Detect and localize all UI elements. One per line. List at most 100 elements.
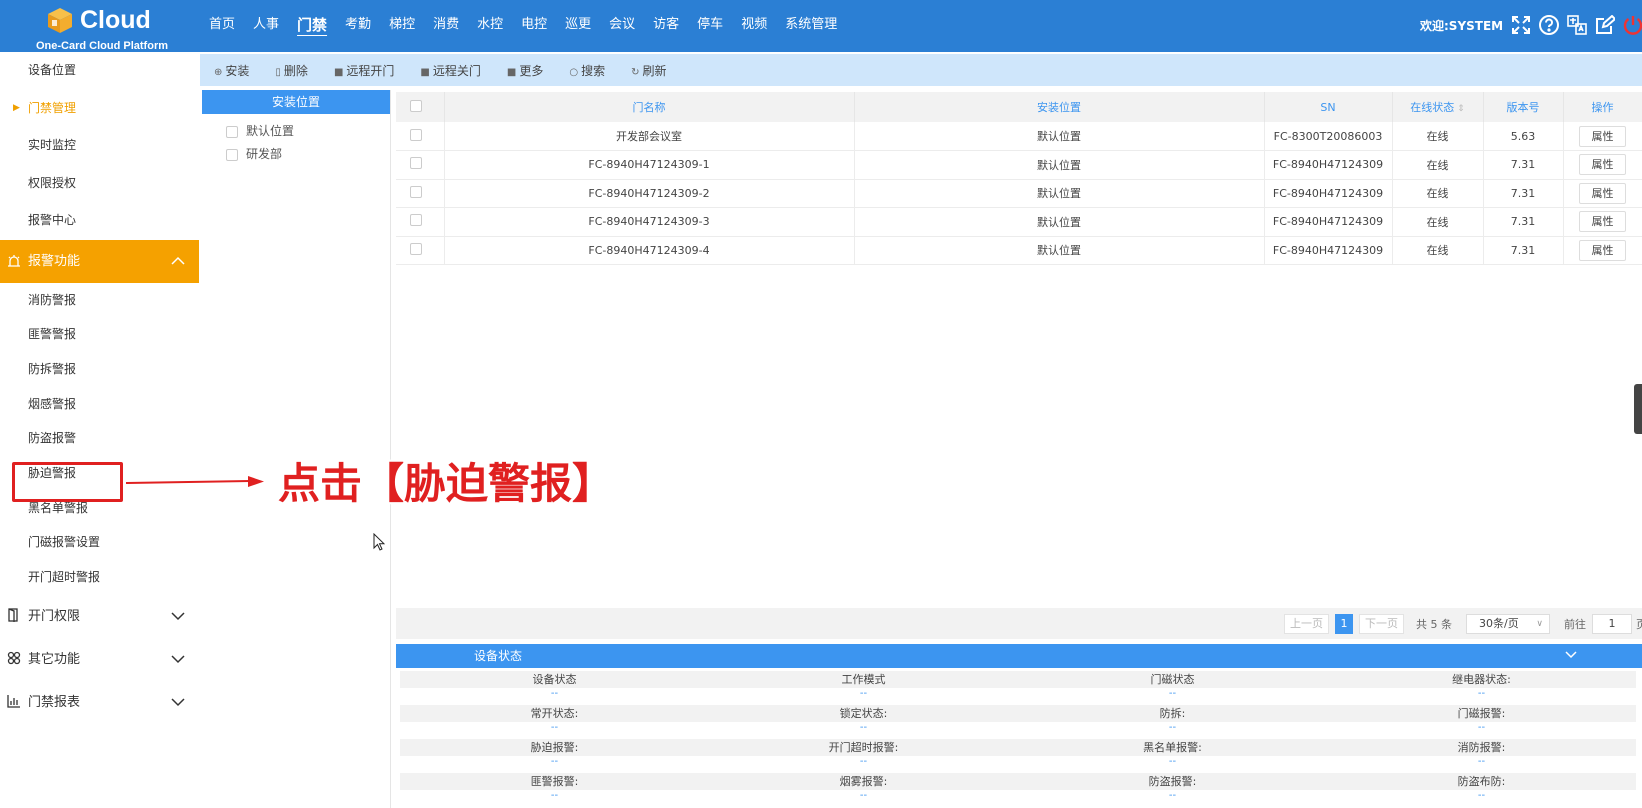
nav-item[interactable]: 考勤 [336, 0, 380, 50]
status-label: 黑名单报警: [1143, 741, 1202, 754]
cell-action: 属性 [1563, 122, 1642, 151]
sidebar-item[interactable]: 实时监控 [0, 127, 199, 165]
column-header[interactable]: 在线状态 ⇕ [1392, 92, 1484, 122]
sidebar-item[interactable]: 报警中心 [0, 202, 199, 240]
table-row[interactable]: FC-8940H47124309-4 默认位置 FC-8940H47124309 在线… [396, 236, 1642, 265]
toolbar-button-label: 更多 [519, 63, 544, 78]
location-tree-item[interactable]: 默认位置 [202, 120, 390, 143]
alarm-menu-item[interactable]: 防拆警报 [0, 352, 199, 387]
toolbar-button[interactable]: ■ 更多 [507, 62, 543, 79]
row-checkbox[interactable] [409, 128, 422, 141]
toolbar-button[interactable]: ○ 搜索 [569, 62, 605, 79]
sort-icon[interactable]: ⇕ [1454, 104, 1465, 114]
alarm-menu-item[interactable]: 防盗报警 [0, 421, 199, 456]
nav-item[interactable]: 视频 [732, 0, 776, 50]
nav-item[interactable]: 梯控 [380, 0, 424, 50]
properties-button[interactable]: 属性 [1579, 239, 1626, 261]
nav-item[interactable]: 停车 [688, 0, 732, 50]
column-header[interactable]: 版本号 [1483, 92, 1564, 122]
select-all-checkbox[interactable] [409, 99, 422, 112]
side-scroll-tab[interactable] [1634, 384, 1642, 434]
alarm-menu-item[interactable]: 烟感警报 [0, 387, 199, 422]
alarm-menu-item[interactable]: 开门超时警报 [0, 560, 199, 595]
logo-cube-icon [48, 8, 72, 33]
nav-item[interactable]: 首页 [200, 0, 244, 50]
status-value: -- [1477, 722, 1486, 733]
location-panel-title: 安装位置 [202, 90, 390, 114]
table-row[interactable]: FC-8940H47124309-3 默认位置 FC-8940H47124309 在线… [396, 207, 1642, 237]
current-page-button[interactable]: 1 [1335, 613, 1353, 634]
next-page-button[interactable]: 下一页 [1359, 613, 1404, 634]
toolbar-button-label: 安装 [225, 63, 250, 78]
power-icon[interactable] [1622, 13, 1642, 37]
alarm-menu-item[interactable]: 匪警警报 [0, 317, 199, 352]
nav-item[interactable]: 巡更 [556, 0, 600, 50]
sidebar-group[interactable]: 门禁报表 [0, 681, 199, 724]
device-status-header[interactable]: 设备状态 [396, 644, 1642, 668]
status-value: -- [1168, 756, 1177, 767]
properties-button[interactable]: 属性 [1579, 154, 1626, 176]
toolbar-button[interactable]: ↻ 刷新 [631, 62, 666, 79]
sidebar-group[interactable]: 其它功能 [0, 638, 199, 681]
table-row[interactable]: FC-8940H47124309-2 默认位置 FC-8940H47124309 在线… [396, 179, 1642, 208]
properties-button[interactable]: 属性 [1579, 211, 1626, 233]
alarm-menu-item[interactable]: 门磁报警设置 [0, 525, 199, 560]
properties-button[interactable]: 属性 [1579, 182, 1626, 204]
alarm-menu-item[interactable]: 黑名单警报 [0, 491, 199, 526]
nav-item[interactable]: 系统管理 [776, 0, 846, 50]
goto-page-input[interactable]: 1 [1592, 613, 1632, 634]
edit-icon[interactable] [1594, 13, 1616, 37]
nav-item[interactable]: 消费 [424, 0, 468, 50]
location-label: 默认位置 [246, 124, 295, 138]
toolbar-button-label: 搜索 [581, 63, 606, 78]
row-checkbox[interactable] [409, 185, 422, 198]
sidebar-item[interactable]: ▶ 门禁管理 [0, 90, 199, 128]
cell-status: 在线 [1392, 122, 1484, 151]
column-header[interactable]: 安装位置 [854, 92, 1265, 122]
table-row[interactable]: FC-8940H47124309-1 默认位置 FC-8940H47124309 在线… [396, 150, 1642, 180]
nav-item[interactable]: 水控 [468, 0, 512, 50]
table-row[interactable]: 开发部会议室 默认位置 FC-8300T20086003 在线 5.63 属性 [396, 122, 1642, 151]
toolbar-button[interactable]: ⊕ 安装 [214, 62, 249, 79]
device-status-panel: 设备状态 设备状态 工作模式 门磁状态 继电器状态: -- -- -- -- 常开状态: 锁定状态… [396, 644, 1642, 808]
status-label: 工作模式 [841, 673, 886, 686]
nav-item[interactable]: 访客 [644, 0, 688, 50]
help-icon[interactable] [1538, 13, 1560, 37]
sidebar-group-alarm[interactable]: 报警功能 [0, 239, 199, 283]
fullscreen-icon[interactable] [1510, 13, 1532, 37]
row-checkbox[interactable] [409, 242, 422, 255]
status-label: 防拆: [1159, 707, 1186, 720]
checkbox[interactable] [226, 148, 238, 161]
nav-item[interactable]: 电控 [512, 0, 556, 50]
nav-item[interactable]: 门禁 [288, 0, 336, 50]
properties-button[interactable]: 属性 [1579, 125, 1626, 147]
sidebar-item-label: 设备位置 [28, 63, 77, 77]
toolbar-button[interactable]: ■ 远程开门 [334, 62, 394, 79]
status-label: 防盗报警: [1148, 775, 1197, 788]
nav-item[interactable]: 人事 [244, 0, 288, 50]
chevron-down-icon [171, 612, 185, 620]
checkbox[interactable] [226, 125, 238, 138]
alarm-menu-item[interactable]: 消防警报 [0, 283, 199, 318]
translate-icon[interactable] [1566, 13, 1588, 37]
sidebar-item[interactable]: 设备位置 [0, 52, 199, 90]
row-checkbox[interactable] [409, 157, 422, 170]
row-checkbox[interactable] [409, 214, 422, 227]
page-size-select[interactable]: 30条/页 ∨ [1466, 613, 1550, 634]
toolbar-button[interactable]: ■ 远程关门 [420, 62, 480, 79]
logo-subtitle: One-Card Cloud Platform [36, 40, 169, 52]
sidebar-item[interactable]: 权限授权 [0, 165, 199, 203]
table-header: 门名称 安装位置 SN 在线状态 ⇕ 版本号 操作 [396, 92, 1642, 122]
nav-item[interactable]: 会议 [600, 0, 644, 50]
column-header[interactable]: 操作 [1563, 92, 1642, 122]
goto-label: 前往 [1564, 617, 1586, 631]
prev-page-button[interactable]: 上一页 [1284, 613, 1329, 634]
sidebar-group[interactable]: 开门权限 [0, 595, 199, 638]
toolbar-button[interactable]: ▯ 删除 [275, 62, 308, 79]
status-value-row: -- -- -- -- [400, 790, 1636, 804]
column-header[interactable]: SN [1264, 92, 1393, 122]
column-header[interactable]: 门名称 [444, 92, 855, 122]
table-body: 开发部会议室 默认位置 FC-8300T20086003 在线 5.63 属性 FC-894… [396, 122, 1642, 265]
location-tree: 默认位置研发部 [202, 114, 390, 166]
location-tree-item[interactable]: 研发部 [202, 143, 390, 166]
